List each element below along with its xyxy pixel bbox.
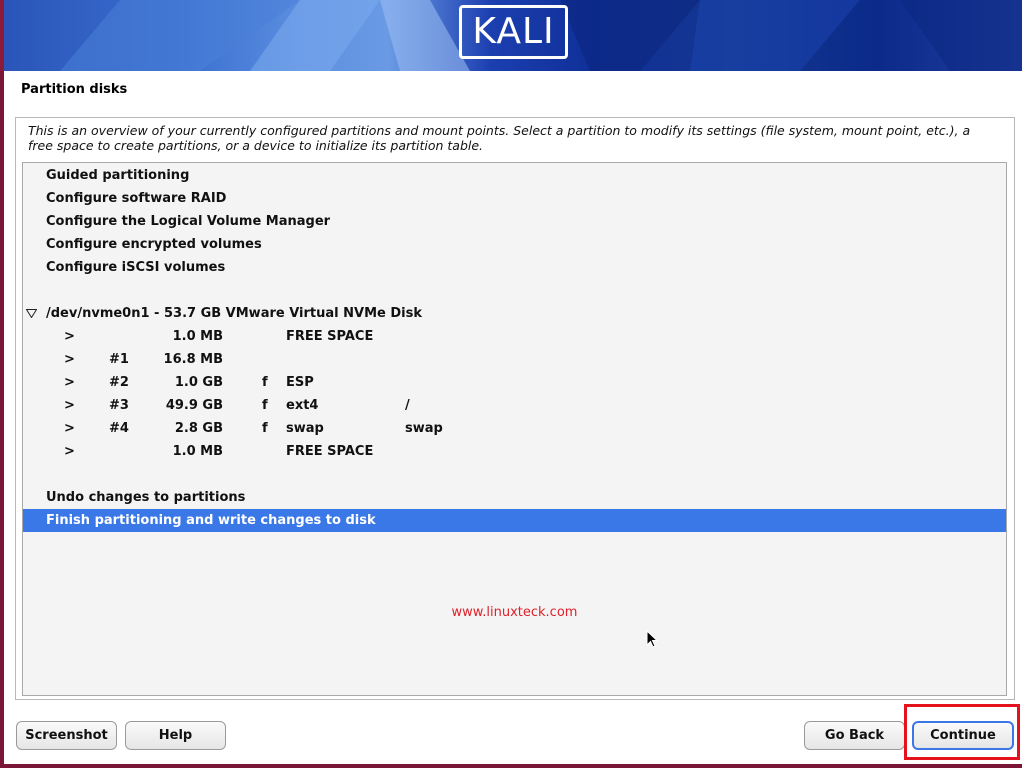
partition-number: #2	[109, 375, 129, 390]
partition-size: 2.8 GB	[174, 421, 223, 436]
partition-row[interactable]: > #2 1.0 GB f ESP	[23, 371, 1006, 394]
menu-item-label: Configure iSCSI volumes	[46, 260, 226, 275]
partition-arrow: >	[64, 398, 75, 413]
menu-item-label: Configure software RAID	[46, 191, 227, 206]
kali-banner: KALI	[0, 0, 1022, 71]
partition-filesystem: swap	[286, 421, 324, 436]
partition-flag: f	[262, 398, 268, 413]
menu-item-label: Guided partitioning	[46, 168, 190, 183]
menu-item-encrypted-volumes[interactable]: Configure encrypted volumes	[23, 233, 1006, 256]
partition-arrow: >	[64, 375, 75, 390]
partition-flag: f	[262, 375, 268, 390]
partition-filesystem: FREE SPACE	[286, 444, 374, 459]
partition-row[interactable]: > 1.0 MB FREE SPACE	[23, 325, 1006, 348]
frame-bottom-edge	[0, 764, 1022, 768]
menu-item-undo-changes[interactable]: Undo changes to partitions	[23, 486, 1006, 509]
kali-logo: KALI	[459, 5, 568, 59]
banner-left-edge	[0, 0, 4, 71]
menu-item-label: Undo changes to partitions	[46, 490, 246, 505]
menu-item-software-raid[interactable]: Configure software RAID	[23, 187, 1006, 210]
partition-number: #1	[109, 352, 129, 367]
partition-arrow: >	[64, 329, 75, 344]
partition-row[interactable]: > 1.0 MB FREE SPACE	[23, 440, 1006, 463]
disk-label: /dev/nvme0n1 - 53.7 GB VMware Virtual NV…	[46, 306, 422, 321]
partition-arrow: >	[64, 444, 75, 459]
mouse-cursor-icon	[646, 630, 658, 648]
screenshot-button[interactable]: Screenshot	[16, 721, 117, 750]
kali-logo-text: KALI	[472, 11, 555, 52]
partition-size: 16.8 MB	[163, 352, 223, 367]
menu-item-guided-partitioning[interactable]: Guided partitioning	[23, 164, 1006, 187]
menu-item-iscsi-volumes[interactable]: Configure iSCSI volumes	[23, 256, 1006, 279]
frame-left-edge	[0, 71, 4, 768]
partition-list[interactable]: Guided partitioning Configure software R…	[22, 162, 1007, 696]
partition-mount: /	[405, 398, 410, 413]
partition-number: #3	[109, 398, 129, 413]
menu-item-finish-partitioning[interactable]: Finish partitioning and write changes to…	[23, 509, 1006, 532]
partition-flag: f	[262, 421, 268, 436]
disk-row[interactable]: /dev/nvme0n1 - 53.7 GB VMware Virtual NV…	[23, 302, 1006, 325]
watermark-text: www.linuxteck.com	[451, 605, 578, 620]
page-title: Partition disks	[21, 82, 128, 97]
partition-arrow: >	[64, 352, 75, 367]
partition-row[interactable]: > #4 2.8 GB f swap swap	[23, 417, 1006, 440]
page-description: This is an overview of your currently co…	[28, 123, 971, 153]
partition-filesystem: FREE SPACE	[286, 329, 374, 344]
menu-item-label: Finish partitioning and write changes to…	[46, 513, 376, 528]
partition-arrow: >	[64, 421, 75, 436]
partition-number: #4	[109, 421, 129, 436]
partition-filesystem: ESP	[286, 375, 314, 390]
go-back-button[interactable]: Go Back	[804, 721, 905, 750]
continue-highlight-box	[904, 704, 1020, 760]
expand-triangle-icon[interactable]	[26, 309, 37, 318]
menu-item-lvm[interactable]: Configure the Logical Volume Manager	[23, 210, 1006, 233]
partition-row[interactable]: > #1 16.8 MB	[23, 348, 1006, 371]
menu-item-label: Configure encrypted volumes	[46, 237, 262, 252]
partition-size: 49.9 GB	[165, 398, 223, 413]
help-button[interactable]: Help	[125, 721, 226, 750]
partition-size: 1.0 MB	[172, 444, 223, 459]
partition-mount: swap	[405, 421, 443, 436]
partition-filesystem: ext4	[286, 398, 319, 413]
menu-item-label: Configure the Logical Volume Manager	[46, 214, 331, 229]
partition-size: 1.0 GB	[174, 375, 223, 390]
partition-row[interactable]: > #3 49.9 GB f ext4 /	[23, 394, 1006, 417]
partition-size: 1.0 MB	[172, 329, 223, 344]
